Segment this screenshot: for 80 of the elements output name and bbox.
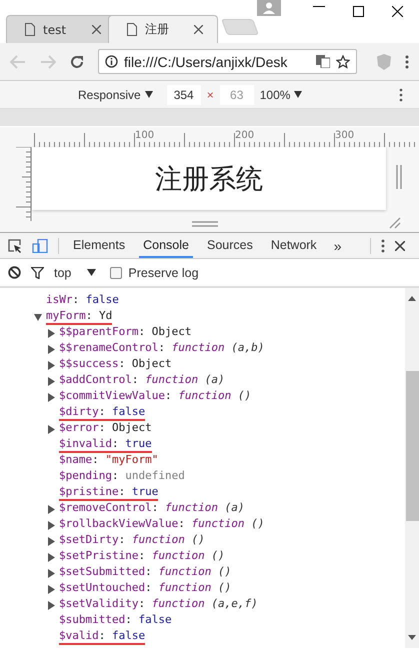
expand-arrow-icon[interactable]: [47, 568, 56, 578]
scroll-up-icon[interactable]: [408, 296, 416, 301]
caret-icon: [144, 91, 153, 98]
zoom-dropdown[interactable]: 100%: [260, 88, 302, 102]
devtools-tab[interactable]: Sources: [202, 233, 257, 258]
more-tabs-button[interactable]: »: [330, 238, 344, 254]
property-line: $invalid: true: [59, 437, 152, 453]
caret-icon: [294, 91, 302, 98]
property-line: $setPristine: function (): [59, 549, 225, 564]
context-dropdown[interactable]: top: [54, 266, 96, 280]
device-dropdown[interactable]: Responsive: [78, 88, 153, 102]
expand-arrow-icon[interactable]: [47, 536, 56, 546]
more-icon[interactable]: [399, 88, 403, 102]
address-bar[interactable]: file:///C:/Users/anjixk/Desk: [98, 49, 357, 74]
resize-corner-icon[interactable]: [389, 217, 401, 229]
property-line: $setUntouched: function (): [59, 581, 232, 596]
menu-icon[interactable]: [405, 54, 409, 68]
times-sign: ×: [206, 88, 214, 102]
maximize-icon[interactable]: [353, 6, 364, 17]
preserve-log-checkbox[interactable]: Preserve log: [110, 266, 199, 280]
ruler-drawing: 100 200 300: [32, 127, 419, 147]
property-line: $commitViewValue: function (): [59, 389, 252, 404]
property-line: $error: Object: [59, 421, 152, 436]
property-line: $dirty: false: [59, 405, 146, 421]
expand-arrow-icon[interactable]: [47, 504, 56, 514]
expand-arrow-icon[interactable]: [47, 584, 56, 594]
info-icon[interactable]: [105, 55, 118, 68]
expand-arrow-icon[interactable]: [47, 328, 56, 338]
property-line: $submitted: false: [59, 613, 172, 628]
filter-icon[interactable]: [31, 266, 44, 278]
expand-arrow-icon[interactable]: [47, 360, 56, 370]
property-line: $setSubmitted: function (): [59, 565, 232, 580]
property-line: $rollbackViewValue: function (): [59, 517, 264, 532]
minimize-icon[interactable]: [313, 6, 325, 8]
close-icon[interactable]: [194, 25, 203, 34]
property-line: $name: "myForm": [59, 453, 158, 468]
expand-arrow-icon[interactable]: [47, 520, 56, 530]
expand-arrow-icon[interactable]: [47, 424, 56, 434]
property-line: myForm: Yd: [46, 309, 112, 325]
star-icon[interactable]: [336, 54, 350, 68]
browser-tab[interactable]: 注册: [108, 15, 218, 43]
translate-icon[interactable]: [316, 55, 330, 68]
close-icon[interactable]: [395, 240, 406, 250]
reload-icon[interactable]: [70, 54, 84, 68]
page-icon: [25, 23, 35, 36]
devtools-tab[interactable]: Network: [266, 233, 321, 258]
scroll-down-icon[interactable]: [408, 635, 416, 640]
property-line: isWr: false: [46, 293, 119, 308]
expanded-arrow-icon[interactable]: [34, 312, 43, 322]
width-field[interactable]: 354: [166, 84, 201, 104]
inspect-icon[interactable]: [8, 238, 22, 252]
clear-console-icon[interactable]: [8, 266, 21, 279]
expand-arrow-icon[interactable]: [47, 392, 56, 402]
expand-arrow-icon[interactable]: [47, 376, 56, 386]
close-icon[interactable]: [392, 6, 403, 17]
property-line: $$parentForm: Object: [59, 325, 192, 340]
scrollbar[interactable]: [405, 288, 419, 648]
scrollbar-thumb[interactable]: [406, 371, 418, 521]
property-line: $$success: Object: [59, 357, 172, 372]
page-heading: 注册系统: [155, 162, 263, 196]
property-line: $pristine: true: [59, 485, 158, 501]
page-icon: [127, 23, 137, 36]
property-line: $setDirty: function (): [59, 533, 205, 548]
property-line: $$renameControl: function (a,b): [59, 341, 264, 356]
expand-arrow-icon[interactable]: [47, 552, 56, 562]
property-line: $addControl: function (a): [59, 373, 225, 388]
property-line: $valid: false: [59, 629, 146, 645]
property-line: $pending: undefined: [59, 469, 185, 484]
more-icon[interactable]: [381, 238, 386, 252]
property-line: $setValidity: function (a,e,f): [59, 597, 258, 612]
expand-arrow-icon[interactable]: [47, 600, 56, 610]
property-line: $removeControl: function (a): [59, 501, 244, 516]
caret-icon: [87, 269, 96, 276]
url-text: file:///C:/Users/anjixk/Desk: [124, 54, 288, 70]
resize-handle-icon[interactable]: [192, 221, 218, 227]
devtools-tab[interactable]: Console: [139, 233, 193, 258]
resize-handle-icon[interactable]: [396, 165, 402, 189]
device-toggle-icon[interactable]: [32, 238, 48, 252]
devtools-tab[interactable]: Elements: [69, 233, 130, 258]
expand-arrow-icon[interactable]: [47, 344, 56, 354]
